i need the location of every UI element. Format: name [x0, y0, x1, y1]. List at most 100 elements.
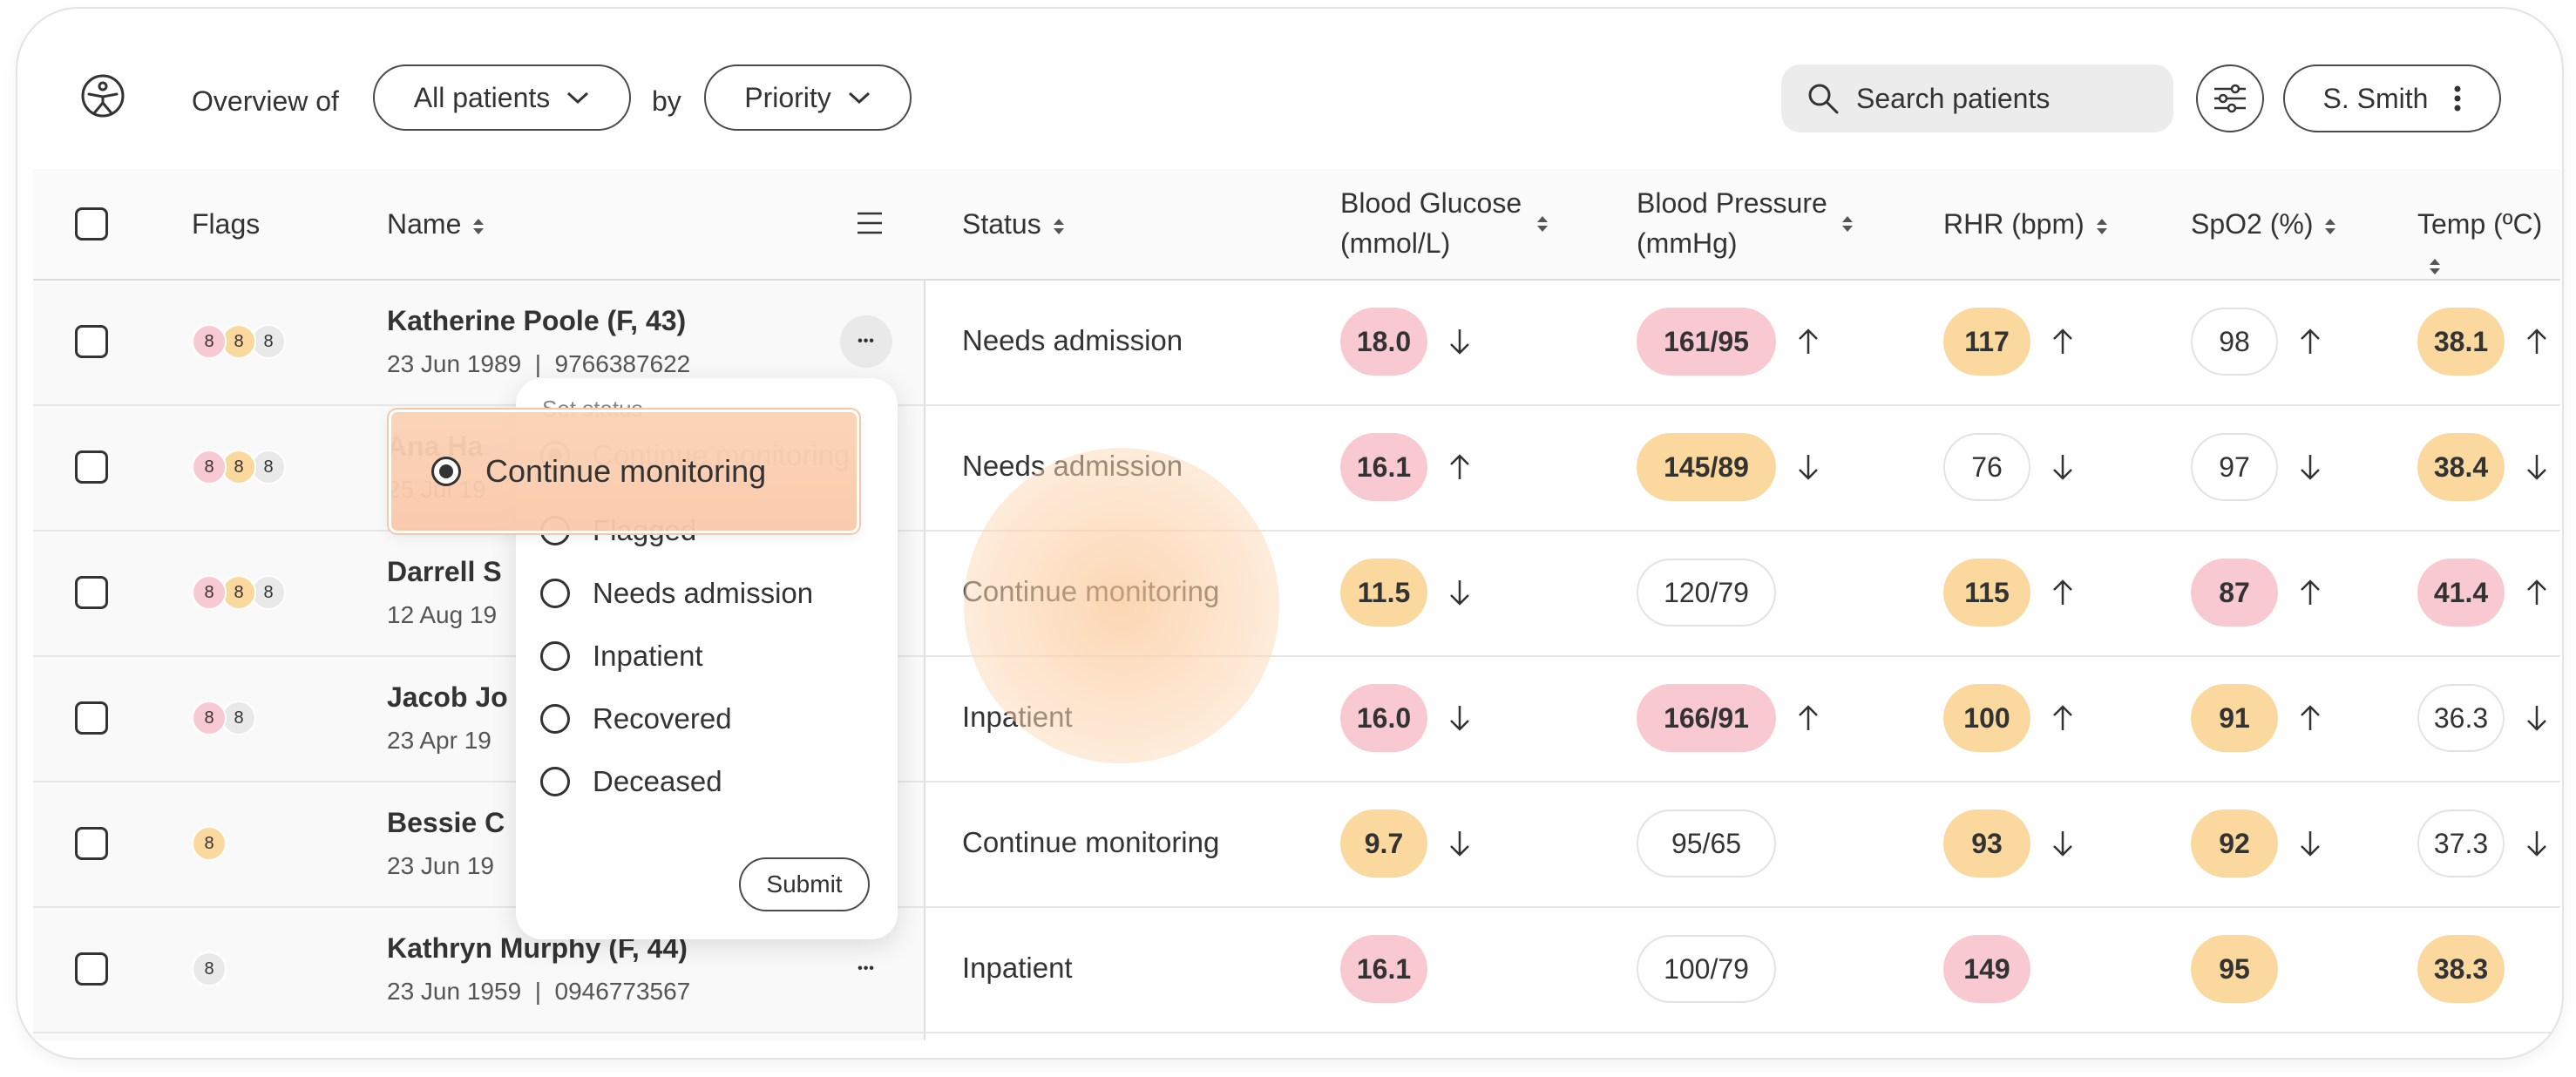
kebab-menu-icon [2454, 85, 2461, 112]
flag-badge: 8 [221, 575, 256, 610]
arrow-up-icon [2053, 329, 2072, 354]
row-checkbox[interactable] [75, 325, 108, 358]
spo2-value-chip: 98 [2191, 308, 2278, 376]
status-option[interactable]: Needs admission [540, 577, 813, 610]
header-status[interactable]: Status [962, 204, 1066, 244]
search-bar[interactable]: Search patients [1781, 64, 2173, 132]
row-checkbox[interactable] [75, 827, 108, 860]
temp-value-chip: 38.4 [2417, 433, 2505, 501]
user-menu-button[interactable]: S. Smith [2283, 64, 2501, 132]
temp-value-chip: 41.4 [2417, 559, 2505, 627]
flags-group: 8 [192, 952, 227, 986]
by-label: by [652, 85, 681, 117]
dragged-status-option[interactable]: Continue monitoring [389, 410, 859, 533]
rhr-value-chip: 76 [1943, 433, 2030, 501]
arrow-up-icon [2527, 329, 2546, 354]
pressure-value-chip: 120/79 [1637, 559, 1776, 627]
arrow-down-icon [1450, 580, 1469, 606]
flag-badge: 8 [192, 450, 227, 484]
patient-status[interactable]: Continue monitoring [962, 826, 1219, 859]
glucose-value-chip: 11.5 [1340, 559, 1427, 627]
header-blood-glucose[interactable]: Blood Glucose (mmol/L) [1340, 183, 1522, 263]
patient-name[interactable]: Jacob Jo [387, 681, 508, 714]
row-checkbox[interactable] [75, 701, 108, 735]
patients-filter-dropdown[interactable]: All patients [373, 64, 631, 131]
header-name-label: Name [387, 208, 462, 240]
status-option[interactable]: Inpatient [540, 640, 703, 673]
flag-badge: 8 [251, 575, 286, 610]
flags-group: 888 [192, 450, 286, 484]
flag-badge: 8 [192, 952, 227, 986]
glucose-value-chip: 18.0 [1340, 308, 1427, 376]
flags-group: 888 [192, 324, 286, 359]
header-glucose-line2: (mmol/L) [1340, 227, 1451, 259]
arrow-up-icon [2053, 705, 2072, 730]
patient-name[interactable]: Bessie C [387, 807, 505, 839]
glucose-value-chip: 16.1 [1340, 433, 1427, 501]
row-checkbox[interactable] [75, 450, 108, 484]
table-header: Flags Name Status Blood Glucose (mmol/L)… [33, 169, 2560, 281]
pressure-value-chip: 145/89 [1637, 433, 1776, 501]
arrow-up-icon [2301, 579, 2320, 605]
status-option[interactable]: Recovered [540, 702, 732, 735]
status-option[interactable]: Deceased [540, 765, 722, 798]
row-more-icon[interactable]: ••• [840, 943, 892, 995]
spo2-value-chip: 87 [2191, 559, 2278, 627]
arrow-down-icon [2527, 831, 2546, 857]
header-temp[interactable]: Temp (ºC) [2417, 204, 2560, 284]
patient-name[interactable]: Darrell S [387, 556, 502, 588]
patients-table: Flags Name Status Blood Glucose (mmol/L)… [33, 169, 2560, 1040]
radio-empty-icon [540, 767, 570, 796]
header-temp-label: Temp (ºC) [2417, 208, 2543, 240]
spo2-value-chip: 95 [2191, 935, 2278, 1003]
header-glucose-line1: Blood Glucose [1340, 187, 1522, 219]
user-name: S. Smith [2322, 82, 2429, 114]
filter-settings-button[interactable] [2196, 64, 2264, 132]
header-pressure-line2: (mmHg) [1637, 227, 1738, 259]
sort-filter-value: Priority [744, 81, 831, 113]
radio-selected-icon [431, 457, 461, 486]
column-menu-icon[interactable] [856, 211, 884, 235]
flags-group: 8 [192, 826, 227, 861]
rhr-value-chip: 149 [1943, 935, 2030, 1003]
header-spo2[interactable]: SpO2 (%) [2191, 204, 2337, 244]
spo2-value-chip: 91 [2191, 684, 2278, 752]
select-all-checkbox[interactable] [75, 207, 108, 240]
header-rhr[interactable]: RHR (bpm) [1943, 204, 2109, 244]
flag-badge: 8 [221, 324, 256, 359]
status-option-label: Recovered [593, 702, 732, 735]
patient-status[interactable]: Needs admission [962, 324, 1183, 357]
patient-dob-id: 23 Jun 1989 | 9766387622 [387, 350, 691, 377]
arrow-down-icon [1450, 831, 1469, 857]
temp-value-chip: 38.3 [2417, 935, 2505, 1003]
patient-dob-id: 23 Jun 1959 | 0946773567 [387, 978, 691, 1005]
header-rhr-label: RHR (bpm) [1943, 208, 2085, 240]
patient-name[interactable]: Katherine Poole (F, 43) [387, 305, 686, 337]
sliders-icon [2214, 84, 2246, 113]
radio-empty-icon [540, 704, 570, 734]
header-blood-pressure[interactable]: Blood Pressure (mmHg) [1637, 183, 1827, 263]
header-spo2-label: SpO2 (%) [2191, 208, 2314, 240]
sort-icon[interactable] [1840, 214, 1854, 234]
status-option-label: Deceased [593, 765, 722, 797]
header-flags: Flags [192, 208, 261, 240]
pressure-value-chip: 95/65 [1637, 809, 1776, 877]
spo2-value-chip: 92 [2191, 809, 2278, 877]
flag-badge: 8 [251, 324, 286, 359]
patient-status[interactable]: Inpatient [962, 952, 1073, 985]
row-divider [33, 655, 2560, 657]
sort-icon[interactable] [1535, 214, 1549, 234]
row-checkbox[interactable] [75, 576, 108, 609]
header-status-label: Status [962, 208, 1041, 240]
pressure-value-chip: 100/79 [1637, 935, 1776, 1003]
flags-group: 88 [192, 701, 256, 735]
app-logo-icon [81, 74, 125, 118]
sort-filter-dropdown[interactable]: Priority [704, 64, 912, 131]
row-checkbox[interactable] [75, 952, 108, 986]
row-more-icon[interactable]: ••• [840, 315, 892, 368]
header-pressure-line1: Blood Pressure [1637, 187, 1827, 219]
pressure-value-chip: 166/91 [1637, 684, 1776, 752]
arrow-down-icon [2301, 455, 2320, 480]
submit-button[interactable]: Submit [739, 857, 870, 911]
header-name[interactable]: Name [387, 204, 485, 244]
